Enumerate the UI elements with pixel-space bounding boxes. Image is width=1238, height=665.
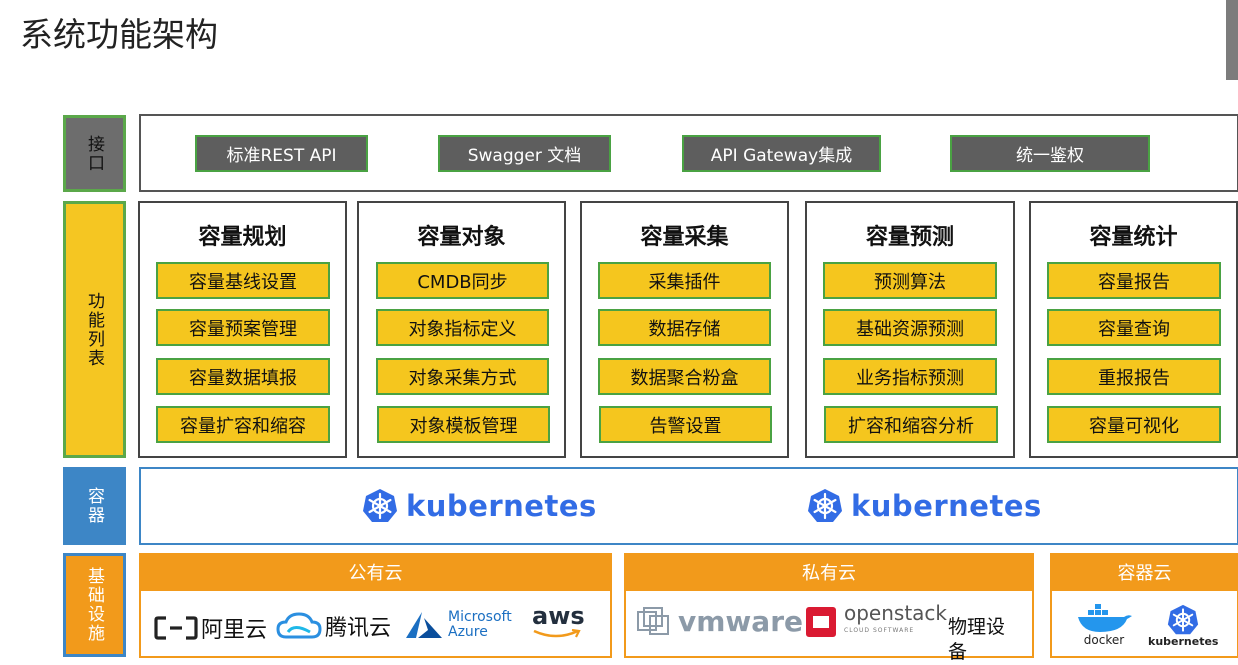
- openstack-icon: [806, 607, 836, 637]
- column-title: 容量预测: [865, 225, 954, 250]
- api-gateway-box: API Gateway集成: [682, 135, 881, 172]
- kubernetes-text: kubernetes: [851, 489, 1042, 523]
- azure-icon: [406, 612, 442, 638]
- private-cloud-header: 私有云: [624, 553, 1034, 591]
- vmware-icon: [637, 607, 669, 635]
- function-item: 基础资源预测: [823, 309, 997, 346]
- row-label-functions: 功能列表: [63, 201, 126, 458]
- function-item: 容量预案管理: [156, 309, 330, 346]
- kubernetes-icon: [808, 489, 842, 522]
- aws-smile-icon: [533, 629, 581, 638]
- aliyun-text: 阿里云: [201, 618, 268, 643]
- tencent-cloud-icon: [276, 612, 322, 639]
- docker-logo: docker: [1074, 604, 1134, 646]
- function-item: 扩容和缩容分析: [824, 406, 998, 443]
- row-label-api: 接口: [63, 115, 126, 192]
- function-item: 数据聚合粉盒: [598, 358, 771, 395]
- kubernetes-icon: [363, 489, 397, 522]
- row-label-functions-text: 功能列表: [84, 291, 104, 368]
- function-item: 容量数据填报: [156, 358, 330, 395]
- tencent-cloud-logo: 腾讯云: [276, 610, 391, 642]
- function-item: 容量扩容和缩容: [156, 406, 330, 443]
- function-item: 对象指标定义: [376, 309, 549, 346]
- function-item: 容量可视化: [1047, 406, 1221, 443]
- microsoft-text: Microsoft: [448, 609, 512, 625]
- kubernetes-text: kubernetes: [406, 489, 597, 523]
- openstack-text: openstack: [844, 601, 948, 625]
- aliyun-icon: [154, 616, 198, 640]
- function-item: 预测算法: [823, 262, 997, 299]
- tencent-cloud-text: 腾讯云: [325, 616, 392, 641]
- function-item: 告警设置: [599, 406, 772, 443]
- row-label-infra: 基础设施: [63, 553, 126, 657]
- kubernetes-icon: [1168, 604, 1199, 635]
- api-swagger-box: Swagger 文档: [438, 135, 611, 172]
- api-auth-box: 统一鉴权: [950, 135, 1150, 172]
- docker-text: docker: [1083, 633, 1125, 647]
- row-label-api-text: 接口: [84, 134, 104, 173]
- row-label-container: 容器: [63, 467, 126, 545]
- aws-logo: aws: [532, 603, 585, 639]
- column-title: 容量规划: [198, 225, 287, 250]
- function-item: 对象采集方式: [376, 358, 549, 395]
- openstack-logo: openstack CLOUD SOFTWARE: [804, 601, 948, 640]
- api-rest-box: 标准REST API: [195, 135, 368, 172]
- docker-whale-icon: [1078, 604, 1132, 632]
- function-item: 容量查询: [1047, 309, 1221, 346]
- kubernetes-small-logo: kubernetes: [1148, 604, 1218, 648]
- column-title: 容量统计: [1089, 225, 1178, 250]
- row-label-container-text: 容器: [84, 487, 104, 525]
- vmware-logo: vmware: [636, 604, 803, 638]
- azure-text: Azure: [448, 624, 488, 640]
- page-title: 系统功能架构: [20, 15, 218, 54]
- function-item: 容量报告: [1047, 262, 1221, 299]
- function-item: CMDB同步: [376, 262, 549, 299]
- container-cloud-header: 容器云: [1050, 553, 1238, 591]
- aliyun-logo: 阿里云: [154, 612, 267, 644]
- openstack-subtext: CLOUD SOFTWARE: [844, 627, 915, 634]
- column-title: 容量采集: [640, 225, 729, 250]
- function-item: 容量基线设置: [156, 262, 330, 299]
- row-label-infra-text: 基础设施: [84, 567, 104, 643]
- scrollbar[interactable]: [1226, 0, 1238, 80]
- azure-logo: Microsoft Azure: [404, 610, 512, 640]
- kubernetes-logo: kubernetes: [362, 486, 597, 526]
- kubernetes-small-text: kubernetes: [1148, 635, 1219, 648]
- container-layer-box: [139, 467, 1238, 545]
- function-item: 数据存储: [598, 309, 771, 346]
- aws-text: aws: [532, 602, 585, 630]
- vmware-text: vmware: [678, 604, 803, 638]
- public-cloud-header: 公有云: [139, 553, 612, 591]
- function-item: 重报报告: [1047, 358, 1221, 395]
- physical-device-text: 物理设备: [948, 616, 1006, 663]
- function-item: 对象模板管理: [377, 406, 550, 443]
- function-item: 采集插件: [598, 262, 771, 299]
- kubernetes-logo: kubernetes: [807, 486, 1042, 526]
- column-title: 容量对象: [417, 225, 506, 250]
- function-item: 业务指标预测: [823, 358, 997, 395]
